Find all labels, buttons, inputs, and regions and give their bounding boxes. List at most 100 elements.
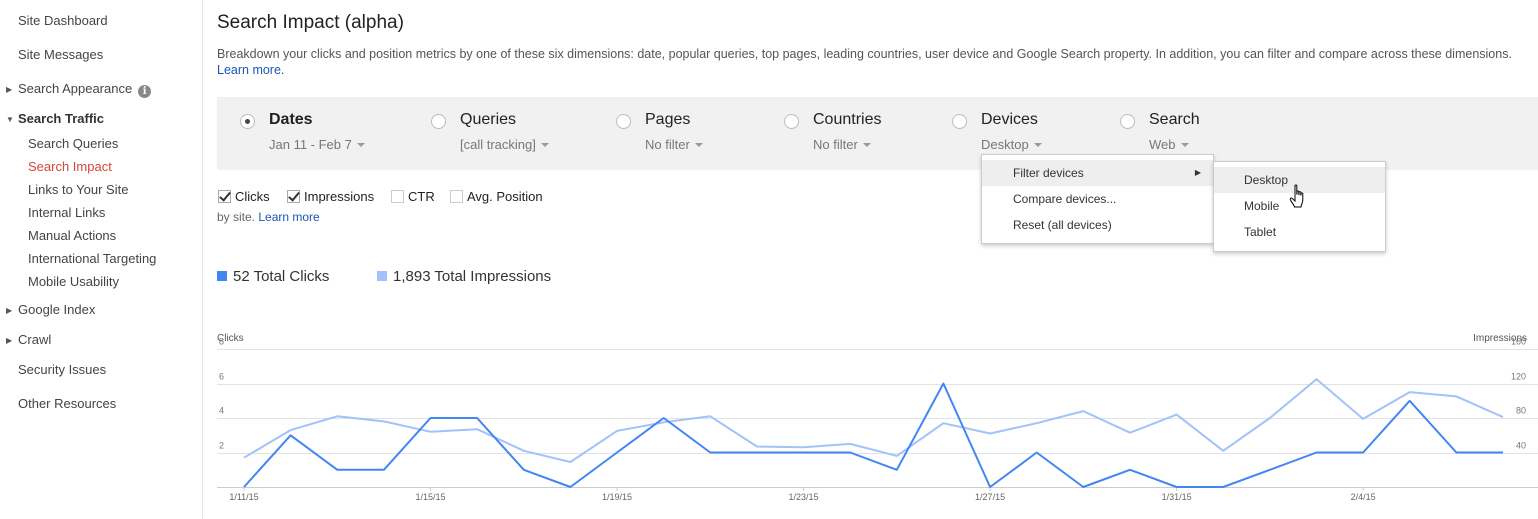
expand-triangle-icon: ▶ (6, 85, 13, 94)
dimension-label[interactable]: Search (1149, 111, 1200, 129)
metric-clicks-checkbox[interactable]: Clicks (218, 189, 270, 204)
sidebar-section-label: Crawl (18, 332, 52, 347)
by-site-learn-more-link[interactable]: Learn more (258, 210, 319, 224)
metric-avg-position-checkbox[interactable]: Avg. Position (450, 189, 543, 204)
sidebar-section-search-traffic[interactable]: ▼ Search Traffic (6, 111, 104, 126)
sidebar-section-crawl[interactable]: ▶ Crawl (6, 332, 51, 347)
dates-filter-dropdown[interactable]: Jan 11 - Feb 7 (269, 137, 365, 152)
filter-value: No filter (645, 137, 690, 152)
right-axis-title: Impressions (1473, 333, 1527, 344)
x-tick-label: 2/4/15 (1351, 492, 1376, 502)
countries-radio[interactable] (784, 114, 799, 129)
right-tick-label: 40 (1516, 441, 1526, 451)
menu-item-compare-devices[interactable]: Compare devices... (982, 186, 1213, 212)
dimension-label[interactable]: Devices (981, 111, 1038, 129)
sidebar-section-search-appearance[interactable]: ▶ Search Appearance i (6, 81, 152, 98)
metric-impressions-checkbox[interactable]: Impressions (287, 189, 374, 204)
submenu-item-mobile[interactable]: Mobile (1214, 193, 1385, 219)
pages-filter-dropdown[interactable]: No filter (645, 137, 703, 152)
x-tick-label: 1/15/15 (416, 492, 446, 502)
sidebar-item-site-messages[interactable]: Site Messages (18, 47, 103, 62)
dimension-label[interactable]: Dates (269, 111, 313, 129)
caret-down-icon (694, 143, 703, 147)
left-tick-label: 2 (219, 441, 224, 451)
caret-down-icon (356, 143, 365, 147)
caret-down-icon (540, 143, 549, 147)
sidebar-item-links-to-your-site[interactable]: Links to Your Site (28, 182, 128, 197)
left-axis-title: Clicks (217, 333, 244, 344)
description-text: Breakdown your clicks and position metri… (217, 47, 1512, 61)
total-clicks: 52 Total Clicks (217, 268, 329, 285)
sidebar-item-other-resources[interactable]: Other Resources (18, 396, 116, 411)
total-impressions-label: 1,893 Total Impressions (393, 268, 552, 285)
devices-menu: Filter devices ▶ Compare devices... Rese… (981, 154, 1214, 244)
by-site-note: by site. Learn more (217, 210, 320, 224)
x-tick-label: 1/31/15 (1162, 492, 1192, 502)
search-radio[interactable] (1120, 114, 1135, 129)
metric-label: Clicks (235, 189, 270, 204)
pages-radio[interactable] (616, 114, 631, 129)
info-icon[interactable]: i (138, 85, 152, 98)
queries-filter-dropdown[interactable]: [call tracking] (460, 137, 549, 152)
x-tick-label: 1/11/15 (229, 492, 258, 502)
metric-ctr-checkbox[interactable]: CTR (391, 189, 435, 204)
learn-more-link[interactable]: Learn more. (217, 63, 284, 77)
search-filter-dropdown[interactable]: Web (1149, 137, 1189, 152)
impressions-series-line (243, 378, 1504, 463)
devices-radio[interactable] (952, 114, 967, 129)
left-tick-label: 8 (219, 337, 224, 347)
devices-filter-dropdown[interactable]: Desktop (981, 137, 1042, 152)
checkbox-icon (450, 190, 463, 203)
queries-radio[interactable] (431, 114, 446, 129)
sidebar-item-mobile-usability[interactable]: Mobile Usability (28, 274, 119, 289)
total-clicks-label: 52 Total Clicks (233, 268, 330, 285)
metric-label: CTR (408, 189, 435, 204)
filter-value: Desktop (981, 137, 1029, 152)
clicks-legend-swatch (217, 271, 227, 281)
menu-item-reset-devices[interactable]: Reset (all devices) (982, 212, 1213, 238)
metric-label: Avg. Position (467, 189, 543, 204)
sidebar-item-manual-actions[interactable]: Manual Actions (28, 228, 116, 243)
filter-value: [call tracking] (460, 137, 536, 152)
collapse-triangle-icon: ▼ (6, 115, 14, 124)
dimension-filter-bar: Dates Jan 11 - Feb 7 Queries [call track… (217, 97, 1538, 170)
dimension-label[interactable]: Pages (645, 111, 690, 129)
filter-value: Jan 11 - Feb 7 (269, 137, 352, 152)
expand-triangle-icon: ▶ (6, 336, 13, 345)
right-tick-label: 160 (1511, 337, 1526, 347)
left-tick-label: 4 (219, 406, 224, 416)
submenu-item-desktop[interactable]: Desktop (1214, 167, 1385, 193)
sidebar-section-google-index[interactable]: ▶ Google Index (6, 302, 95, 317)
countries-filter-dropdown[interactable]: No filter (813, 137, 871, 152)
checkbox-icon (287, 190, 300, 203)
by-site-text: by site. (217, 210, 256, 224)
sidebar-item-search-queries[interactable]: Search Queries (28, 136, 118, 151)
impressions-legend-swatch (377, 271, 387, 281)
sidebar-section-label: Google Index (18, 302, 96, 317)
x-tick-label: 1/23/15 (789, 492, 819, 502)
dimension-label[interactable]: Countries (813, 111, 881, 129)
x-tick-label: 1/19/15 (602, 492, 632, 502)
sidebar-item-search-impact[interactable]: Search Impact (28, 159, 112, 174)
submenu-item-tablet[interactable]: Tablet (1214, 219, 1385, 245)
right-tick-label: 120 (1511, 372, 1526, 382)
metric-label: Impressions (304, 189, 375, 204)
sidebar-item-security-issues[interactable]: Security Issues (18, 362, 106, 377)
checkbox-icon (391, 190, 404, 203)
page-description: Breakdown your clicks and position metri… (217, 46, 1517, 78)
sidebar-section-label: Search Traffic (18, 111, 104, 126)
sidebar-item-international-targeting[interactable]: International Targeting (28, 251, 156, 266)
caret-down-icon (862, 143, 871, 147)
sidebar: Site Dashboard Site Messages ▶ Search App… (0, 0, 203, 519)
dates-radio[interactable] (240, 114, 255, 129)
menu-item-label: Filter devices (1013, 166, 1084, 180)
caret-down-icon (1180, 143, 1189, 147)
sidebar-item-site-dashboard[interactable]: Site Dashboard (18, 13, 108, 28)
right-tick-label: 80 (1516, 406, 1526, 416)
x-tick-label: 1/27/15 (975, 492, 1005, 502)
caret-down-icon (1033, 143, 1042, 147)
filter-value: No filter (813, 137, 858, 152)
menu-item-filter-devices[interactable]: Filter devices ▶ (982, 160, 1213, 186)
dimension-label[interactable]: Queries (460, 111, 516, 129)
sidebar-item-internal-links[interactable]: Internal Links (28, 205, 105, 220)
